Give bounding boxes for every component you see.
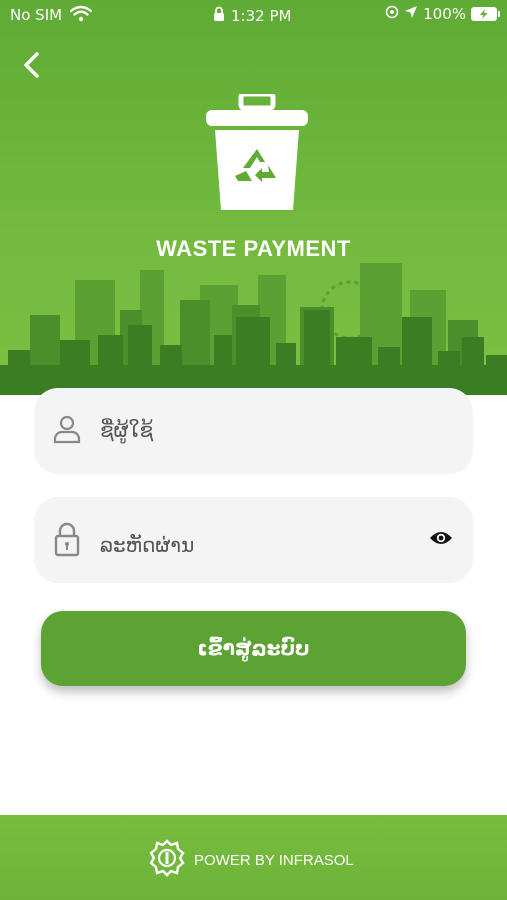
user-icon [52, 414, 82, 448]
login-button[interactable]: ເຂົ້າສູ່ລະບົບ [41, 611, 466, 686]
footer-credit: POWER BY INFRASOL [194, 851, 354, 869]
password-placeholder: ລະຫັດຜ່ານ [100, 533, 195, 557]
trash-bin-recycle-icon [205, 91, 309, 216]
clock-time: 1:32 PM [231, 7, 292, 25]
battery-icon [471, 7, 500, 21]
wifi-icon [69, 5, 93, 26]
padlock-icon [52, 521, 82, 561]
battery-percent: 100% [423, 5, 466, 23]
city-skyline-illustration [0, 263, 507, 395]
back-chevron-icon [24, 52, 39, 78]
rotation-lock-icon [385, 5, 399, 23]
back-button[interactable] [18, 50, 48, 80]
infrasol-logo-icon [148, 839, 186, 881]
footer-bar: POWER BY INFRASOL [0, 815, 507, 900]
username-placeholder: ຊື່ຜູ້ໃຊ້ [100, 418, 154, 442]
password-field[interactable]: ລະຫັດຜ່ານ [34, 497, 473, 583]
status-bar: No SIM 1:32 PM 100% [0, 0, 507, 30]
eye-icon[interactable] [429, 530, 453, 550]
username-field[interactable]: ຊື່ຜູ້ໃຊ້ [34, 388, 473, 474]
location-icon [404, 5, 418, 23]
lock-icon [213, 6, 225, 26]
header-banner: No SIM 1:32 PM 100% WASTE PAYMENT [0, 0, 507, 395]
carrier-label: No SIM [10, 6, 63, 24]
